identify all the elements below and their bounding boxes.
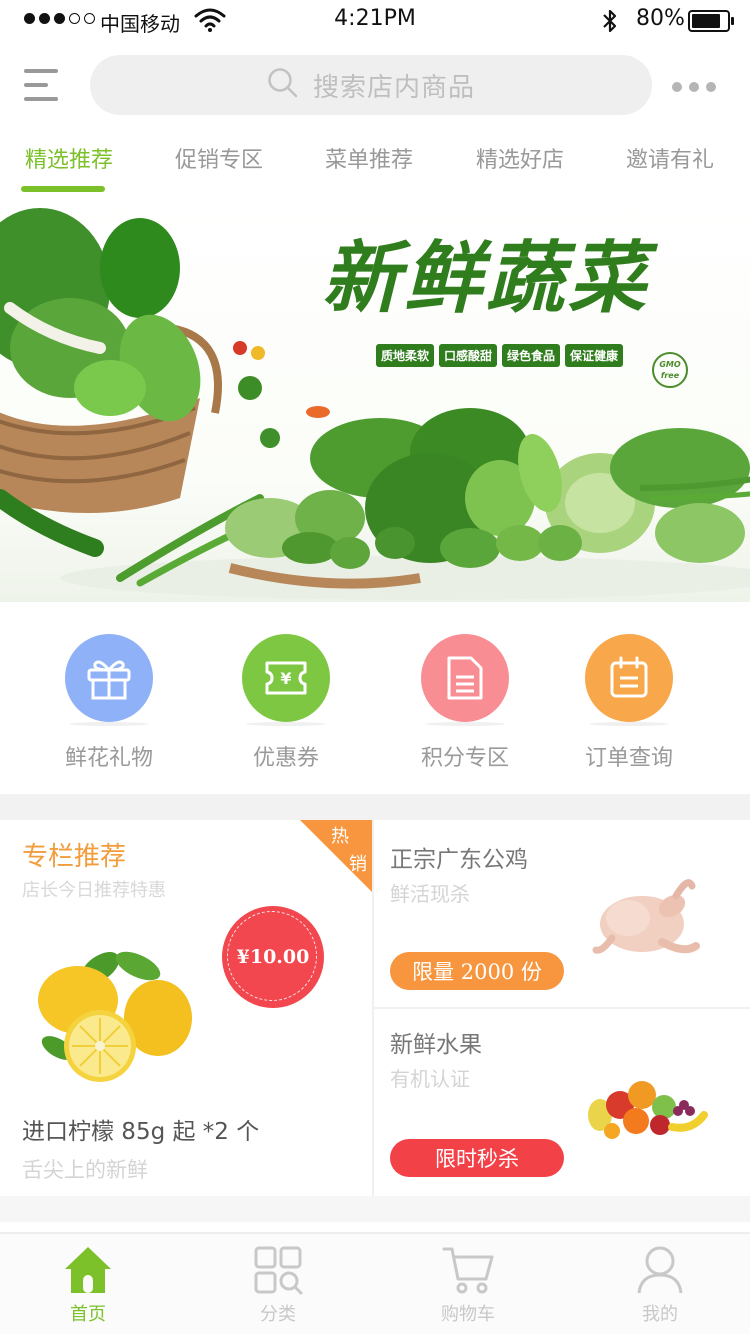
- product-card-fruits[interactable]: 新鲜水果 有机认证 限时秒杀: [374, 1009, 750, 1196]
- search-placeholder: 搜索店内商品: [312, 72, 475, 103]
- calendar-icon: [585, 634, 673, 722]
- quick-entry-gift[interactable]: 鲜花礼物: [29, 634, 189, 784]
- svg-text:¥: ¥: [280, 669, 291, 688]
- tab-featured[interactable]: 精选推荐: [0, 140, 144, 194]
- section-divider: [0, 1196, 750, 1222]
- featured-card[interactable]: 专栏推荐 店长今日推荐特惠 热 销 ¥10.00 进口柠檬 85g 起 *2 个…: [0, 820, 372, 1196]
- quick-entry-label: 优惠券: [252, 746, 319, 771]
- price-label: ¥10.00: [236, 946, 310, 968]
- coupon-icon: ¥: [242, 634, 330, 722]
- bottom-tab-bar: 首页 分类 购物车 我的: [0, 1232, 750, 1334]
- banner-tag: 绿色食品: [502, 344, 561, 367]
- tabbar-cart[interactable]: 购物车: [388, 1234, 548, 1334]
- search-input[interactable]: 搜索店内商品: [90, 55, 652, 115]
- tabbar-category[interactable]: 分类: [198, 1234, 358, 1334]
- tabbar-label: 首页: [70, 1304, 106, 1325]
- price-badge[interactable]: ¥10.00: [222, 906, 324, 1008]
- category-icon: [252, 1244, 304, 1296]
- banner-tag: 质地柔软: [376, 344, 435, 367]
- tab-invite[interactable]: 邀请有礼: [595, 140, 745, 194]
- tabbar-label: 分类: [260, 1304, 296, 1325]
- quick-entry-label: 积分专区: [420, 746, 509, 771]
- chicken-image: [592, 879, 700, 954]
- section-divider: [0, 794, 750, 820]
- promo-section: 专栏推荐 店长今日推荐特惠 热 销 ¥10.00 进口柠檬 85g 起 *2 个…: [0, 820, 750, 1196]
- card-title: 新鲜水果: [390, 1032, 482, 1058]
- hamburger-icon[interactable]: [24, 67, 60, 103]
- tab-shops[interactable]: 精选好店: [445, 140, 595, 194]
- banner-tag: 保证健康: [565, 344, 624, 367]
- quick-entry-orders[interactable]: 订单查询: [549, 634, 709, 784]
- header: 搜索店内商品: [0, 50, 750, 124]
- banner-tags: 质地柔软 口感酸甜 绿色食品 保证健康: [376, 344, 624, 367]
- cart-icon: [442, 1244, 494, 1296]
- hero-banner[interactable]: 新鲜蔬菜 质地柔软 口感酸甜 绿色食品 保证健康 GMO free: [0, 198, 750, 602]
- tabbar-home[interactable]: 首页: [8, 1234, 168, 1334]
- user-icon: [634, 1244, 686, 1296]
- card-title: 正宗广东公鸡: [390, 847, 528, 873]
- quick-entry-points[interactable]: 积分专区: [385, 634, 545, 784]
- flash-sale-button[interactable]: 限时秒杀: [390, 1139, 564, 1177]
- search-icon: [267, 67, 299, 103]
- ellipsis-icon[interactable]: [672, 82, 716, 92]
- battery-percentage: 80%: [636, 6, 685, 31]
- battery-icon: [688, 10, 734, 32]
- card-subtitle: 鲜活现杀: [390, 882, 470, 906]
- home-icon: [62, 1244, 114, 1296]
- tab-promotions[interactable]: 促销专区: [144, 140, 294, 194]
- status-bar: 中国移动 4:21PM 80%: [0, 0, 750, 40]
- gmo-free-logo: GMO free: [652, 352, 688, 388]
- banner-tag: 口感酸甜: [439, 344, 498, 367]
- quick-entry-label: 订单查询: [584, 746, 673, 771]
- banner-title: 新鲜蔬菜: [322, 233, 651, 324]
- tab-menu[interactable]: 菜单推荐: [294, 140, 444, 194]
- featured-product-desc: 舌尖上的新鲜: [22, 1158, 148, 1182]
- document-icon: [421, 634, 509, 722]
- limited-quantity-button[interactable]: 限量 2000 份: [390, 952, 564, 990]
- tabbar-profile[interactable]: 我的: [580, 1234, 740, 1334]
- quick-entry-label: 鲜花礼物: [64, 746, 153, 771]
- fruits-image: [588, 1081, 708, 1139]
- category-tabs: 精选推荐 促销专区 菜单推荐 精选好店 邀请有礼: [0, 140, 750, 194]
- featured-product-name: 进口柠檬 85g 起 *2 个: [22, 1119, 260, 1145]
- quick-entry-coupon[interactable]: ¥ 优惠券: [206, 634, 366, 784]
- gift-icon: [65, 634, 153, 722]
- tabbar-label: 购物车: [441, 1304, 495, 1325]
- quick-entries: 鲜花礼物 ¥ 优惠券 积分专区 订单查询: [0, 602, 750, 794]
- tabbar-label: 我的: [642, 1304, 678, 1325]
- featured-title: 专栏推荐: [22, 842, 127, 872]
- hot-sale-badge: 热 销: [300, 820, 372, 892]
- bluetooth-icon: [600, 8, 620, 38]
- lemon-image: [30, 938, 200, 1088]
- product-card-chicken[interactable]: 正宗广东公鸡 鲜活现杀 限量 2000 份: [374, 820, 750, 1007]
- featured-subtitle: 店长今日推荐特惠: [22, 880, 166, 901]
- card-subtitle: 有机认证: [390, 1067, 470, 1091]
